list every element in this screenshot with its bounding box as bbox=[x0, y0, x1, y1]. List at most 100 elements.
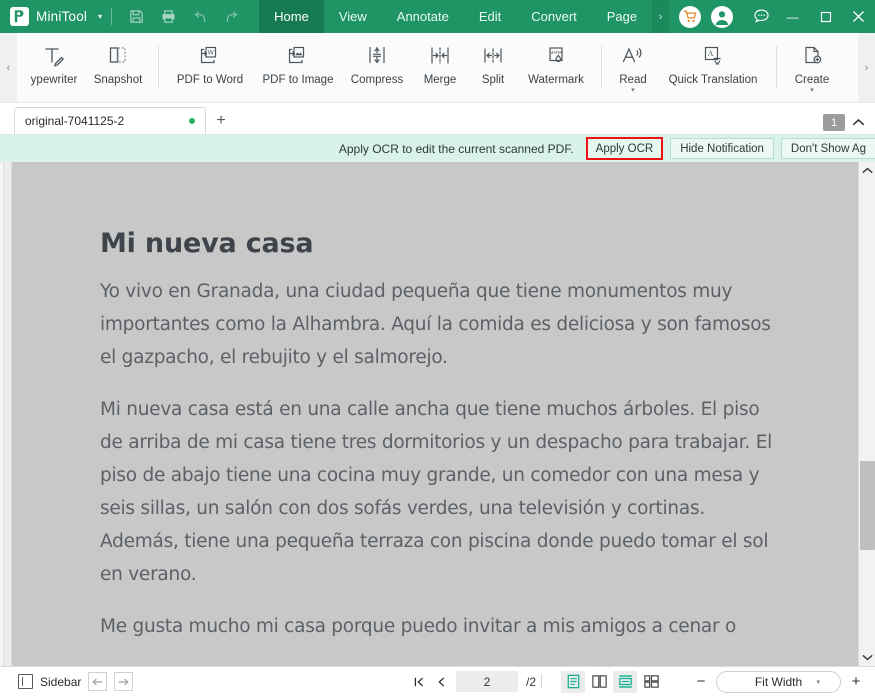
total-pages-label: /2 bbox=[526, 674, 537, 689]
account-icon[interactable] bbox=[711, 5, 733, 28]
menu-edit[interactable]: Edit bbox=[464, 0, 516, 33]
thumbnail-grid-view-icon[interactable] bbox=[639, 671, 663, 693]
scrollbar-thumb[interactable] bbox=[859, 461, 875, 551]
quick-translation-icon: A bbox=[700, 41, 726, 71]
svg-text:MARK: MARK bbox=[550, 50, 563, 55]
ribbon-scroll-right-icon[interactable]: › bbox=[858, 33, 875, 102]
open-documents-badge: 1 bbox=[823, 114, 845, 131]
main-content-area: Mi nueva casa Yo vivo en Granada, una ci… bbox=[0, 162, 875, 666]
ribbon-item-pdf-to-word[interactable]: W PDF to Word bbox=[166, 33, 254, 102]
apply-ocr-button[interactable]: Apply OCR bbox=[585, 137, 664, 160]
pdf-to-word-icon: W bbox=[197, 41, 223, 71]
menu-page[interactable]: Page bbox=[592, 0, 652, 33]
print-icon[interactable] bbox=[153, 4, 183, 30]
sidebar-toggle[interactable]: Sidebar bbox=[8, 674, 81, 689]
read-aloud-icon bbox=[620, 41, 647, 71]
ribbon-item-read[interactable]: Read ▾ bbox=[609, 33, 657, 102]
menu-home[interactable]: Home bbox=[259, 0, 324, 33]
close-button[interactable] bbox=[842, 0, 875, 33]
minitool-logo-icon bbox=[10, 7, 29, 26]
split-icon bbox=[480, 41, 506, 71]
page-navigation-group: 2 /2 bbox=[408, 670, 663, 693]
hide-notification-button[interactable]: Hide Notification bbox=[670, 138, 774, 159]
current-page-input[interactable]: 2 bbox=[456, 671, 518, 692]
menu-convert[interactable]: Convert bbox=[516, 0, 592, 33]
ribbon-toolbar: ‹ ypewriter Snapshot W PDF to Word PDF t… bbox=[0, 33, 875, 103]
previous-page-icon[interactable] bbox=[430, 671, 452, 693]
ribbon-label-read: Read bbox=[619, 74, 647, 86]
view-mode-group bbox=[561, 670, 663, 693]
new-tab-button[interactable]: + bbox=[206, 107, 236, 134]
sidebar-icon bbox=[18, 674, 33, 689]
dont-show-again-button[interactable]: Don't Show Ag bbox=[780, 138, 875, 159]
ribbon-label-compress: Compress bbox=[350, 74, 404, 86]
menu-annotate[interactable]: Annotate bbox=[382, 0, 464, 33]
snapshot-icon bbox=[105, 41, 131, 71]
ribbon-label-split: Split bbox=[481, 74, 505, 86]
first-page-icon[interactable] bbox=[408, 671, 430, 693]
menu-overflow-chevron-icon[interactable]: › bbox=[652, 0, 670, 33]
ribbon-separator bbox=[158, 46, 159, 89]
maximize-button[interactable] bbox=[809, 0, 842, 33]
titlebar-divider bbox=[111, 8, 113, 25]
brand-dropdown-caret-icon[interactable]: ▾ bbox=[98, 12, 102, 21]
svg-text:A: A bbox=[708, 49, 714, 58]
quick-access-toolbar bbox=[121, 4, 247, 30]
single-page-view-icon[interactable] bbox=[561, 670, 586, 693]
undo-icon[interactable] bbox=[185, 4, 215, 30]
notification-message: Apply OCR to edit the current scanned PD… bbox=[338, 141, 574, 156]
titlebar-right-controls: — bbox=[674, 0, 875, 33]
zoom-in-button[interactable]: + bbox=[845, 671, 867, 693]
zoom-level-select[interactable]: Fit Width ▾ bbox=[716, 670, 841, 693]
pane-forward-button[interactable] bbox=[114, 672, 134, 691]
scrollbar-track[interactable] bbox=[859, 179, 875, 649]
read-dropdown-caret-icon[interactable]: ▾ bbox=[631, 87, 635, 94]
status-bar: Sidebar 2 /2 − Fit Width ▾ + bbox=[0, 666, 875, 696]
save-icon[interactable] bbox=[121, 4, 151, 30]
ribbon-item-merge[interactable]: Merge bbox=[412, 33, 468, 102]
ribbon-label-typewriter: ypewriter bbox=[30, 74, 78, 86]
compress-icon bbox=[364, 41, 390, 71]
ribbon-item-create[interactable]: Create ▾ bbox=[784, 33, 840, 102]
document-viewport[interactable]: Mi nueva casa Yo vivo en Granada, una ci… bbox=[12, 162, 858, 666]
ribbon-items: ypewriter Snapshot W PDF to Word PDF to … bbox=[17, 33, 858, 102]
redo-icon[interactable] bbox=[217, 4, 247, 30]
scroll-down-icon[interactable] bbox=[859, 649, 875, 666]
ribbon-item-typewriter[interactable]: ypewriter bbox=[23, 33, 85, 102]
menu-view[interactable]: View bbox=[324, 0, 382, 33]
vertical-scrollbar[interactable] bbox=[858, 162, 875, 666]
ribbon-item-watermark[interactable]: MARK Watermark bbox=[518, 33, 594, 102]
pdf-to-image-icon bbox=[285, 41, 311, 71]
ribbon-item-compress[interactable]: Compress bbox=[342, 33, 412, 102]
cart-icon[interactable] bbox=[679, 5, 701, 28]
minimize-button[interactable]: — bbox=[776, 0, 809, 33]
zoom-controls: − Fit Width ▾ + bbox=[690, 670, 867, 693]
continuous-scroll-view-icon[interactable] bbox=[613, 670, 638, 693]
brand-area[interactable]: MiniTool ▾ bbox=[0, 7, 102, 26]
ribbon-label-pdf-to-image: PDF to Image bbox=[262, 74, 334, 86]
two-page-view-icon[interactable] bbox=[587, 671, 611, 693]
notification-actions: Apply OCR Hide Notification Don't Show A… bbox=[585, 137, 875, 160]
zoom-out-button[interactable]: − bbox=[690, 671, 712, 693]
ribbon-item-quick-translation[interactable]: A Quick Translation bbox=[657, 33, 769, 102]
document-tab[interactable]: original-7041125-2 bbox=[14, 107, 206, 134]
minitool-pdf-editor-window: MiniTool ▾ Home View Annotate Edit Conve… bbox=[0, 0, 875, 696]
document-heading: Mi nueva casa bbox=[100, 228, 314, 259]
chevron-up-icon[interactable] bbox=[849, 118, 867, 127]
watermark-icon: MARK bbox=[543, 41, 569, 71]
scroll-up-icon[interactable] bbox=[859, 162, 875, 179]
sidebar-toggle-label: Sidebar bbox=[40, 674, 82, 689]
title-bar: MiniTool ▾ Home View Annotate Edit Conve… bbox=[0, 0, 875, 33]
chat-icon[interactable] bbox=[746, 0, 776, 33]
ocr-notification-bar: Apply OCR to edit the current scanned PD… bbox=[0, 135, 875, 162]
create-dropdown-caret-icon[interactable]: ▾ bbox=[810, 87, 814, 94]
ribbon-separator bbox=[776, 46, 777, 89]
ribbon-item-pdf-to-image[interactable]: PDF to Image bbox=[254, 33, 342, 102]
chevron-down-icon: ▾ bbox=[816, 678, 820, 686]
collapsed-sidebar-rail[interactable] bbox=[0, 162, 12, 666]
pane-back-button[interactable] bbox=[88, 672, 108, 691]
ribbon-separator bbox=[601, 46, 602, 89]
ribbon-item-split[interactable]: Split bbox=[468, 33, 518, 102]
ribbon-item-snapshot[interactable]: Snapshot bbox=[85, 33, 151, 102]
ribbon-scroll-left-icon[interactable]: ‹ bbox=[0, 33, 17, 102]
